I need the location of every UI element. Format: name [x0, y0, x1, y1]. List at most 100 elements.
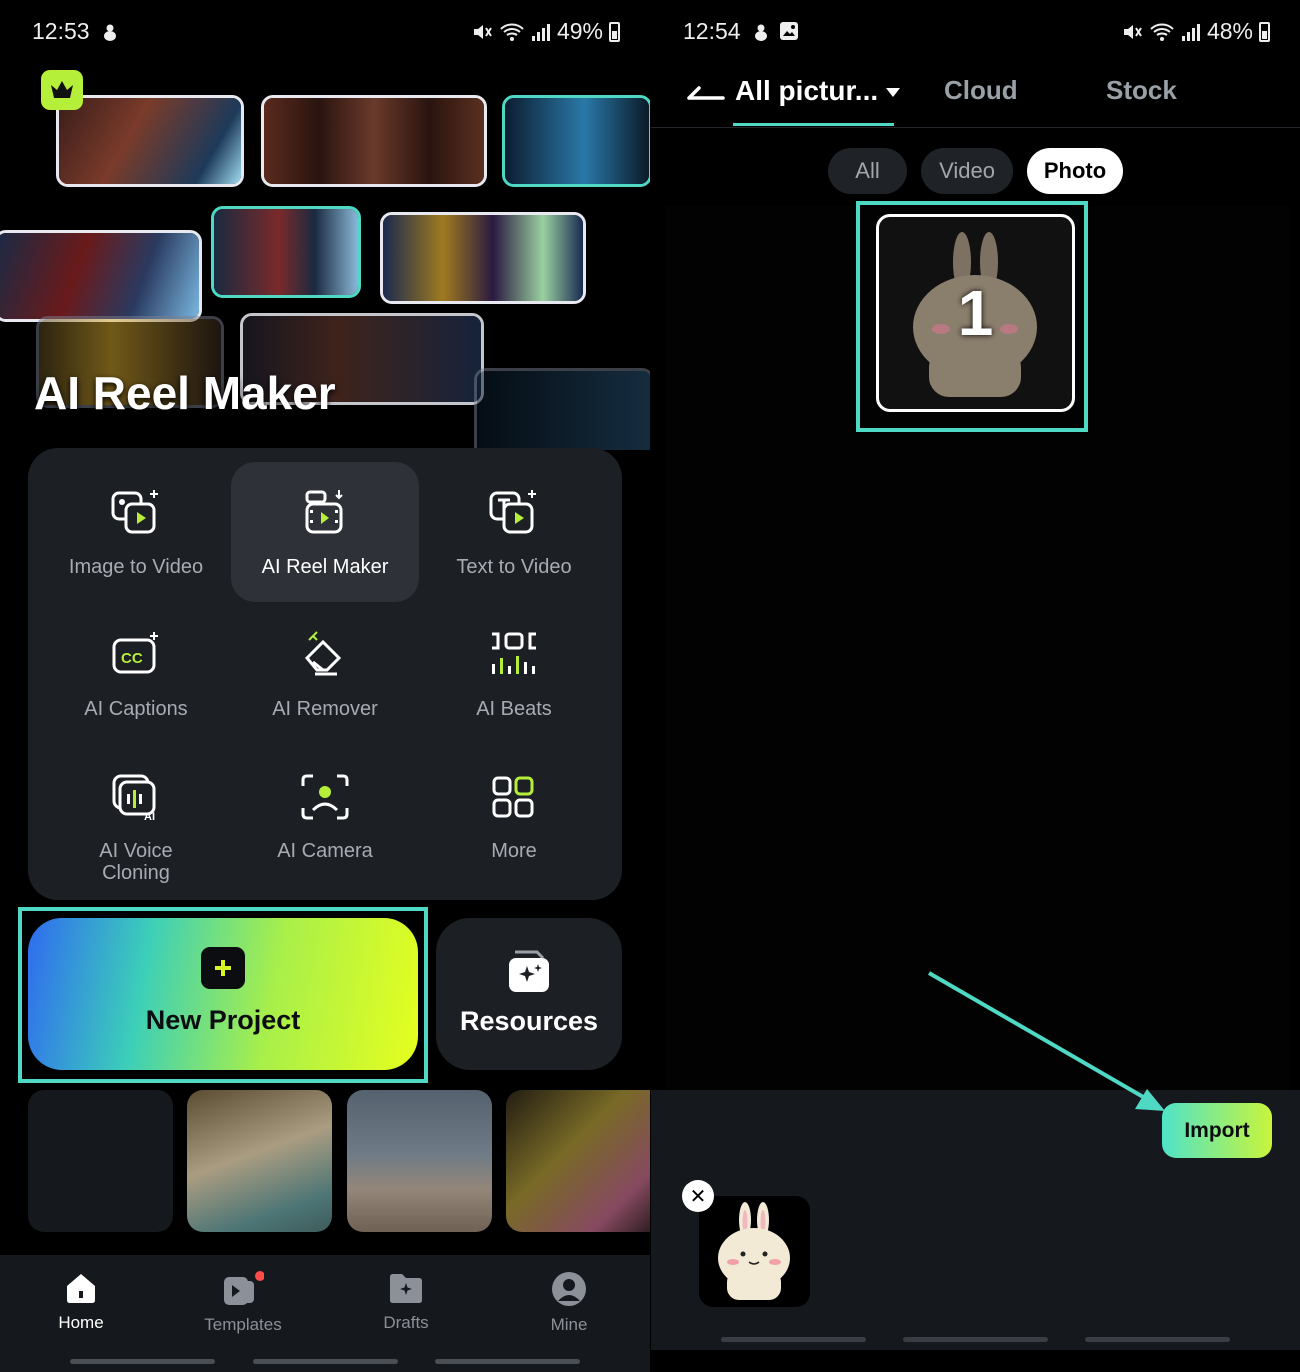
more-grid-icon	[492, 776, 534, 818]
back-arrow-icon[interactable]	[687, 78, 725, 102]
home-icon	[67, 1274, 95, 1303]
tool-more[interactable]: More	[420, 746, 608, 886]
ai-reel-maker-icon	[305, 490, 343, 534]
drafts-icon	[390, 1274, 422, 1303]
wifi-icon	[1150, 23, 1174, 41]
pointer-arrow	[927, 971, 1165, 1111]
gesture-bar	[903, 1337, 1048, 1342]
photo-tile[interactable]: 1	[876, 214, 1075, 412]
plus-icon	[201, 947, 245, 989]
mute-icon	[473, 24, 492, 39]
tool-label: More	[491, 840, 537, 862]
banner-title: AI Reel Maker	[34, 367, 336, 419]
media-picker-screen: 12:54 48% All pictur... Cloud Stock All …	[651, 0, 1300, 1372]
recent-draft-thumb[interactable]	[347, 1090, 492, 1232]
import-button[interactable]: Import	[1162, 1103, 1272, 1158]
image-to-video-icon	[111, 490, 158, 534]
profile-icon	[552, 1272, 586, 1306]
gesture-bar	[70, 1359, 215, 1364]
tab-stock[interactable]: Stock	[1106, 75, 1177, 106]
image-notification-icon	[779, 20, 799, 47]
crown-icon[interactable]	[41, 70, 83, 110]
dropdown-chevron-icon	[886, 88, 901, 98]
banner-thumb	[380, 212, 586, 304]
home-screen: 12:53 49% AI Reel Maker Image to Video A…	[0, 0, 650, 1372]
banner-thumb	[56, 95, 244, 187]
status-time: 12:54	[683, 18, 741, 44]
tool-ai-voice-cloning[interactable]: AI AI Voice Cloning	[42, 746, 230, 886]
tool-text-to-video[interactable]: Text to Video	[420, 462, 608, 602]
selected-thumb[interactable]	[699, 1196, 810, 1307]
battery-icon	[1259, 21, 1270, 42]
text-to-video-icon	[489, 490, 536, 534]
ai-captions-icon: CC	[112, 632, 158, 674]
recent-draft-thumb[interactable]	[506, 1090, 650, 1232]
svg-text:CC: CC	[121, 650, 143, 667]
signal-icon	[531, 23, 550, 41]
recent-draft-thumb[interactable]	[187, 1090, 332, 1232]
new-project-button[interactable]: New Project	[28, 918, 418, 1070]
battery-icon	[609, 21, 620, 42]
tool-ai-reel-maker[interactable]: AI Reel Maker	[231, 462, 419, 602]
banner-thumb	[0, 230, 202, 322]
ai-remover-icon	[304, 631, 342, 676]
signal-icon	[1181, 23, 1200, 41]
gesture-bar	[1085, 1337, 1230, 1342]
mute-icon	[1123, 24, 1142, 39]
ai-camera-icon	[301, 774, 349, 820]
tab-label: All pictur...	[735, 75, 879, 106]
bottom-navigation: Home Templates Drafts Mine	[0, 1255, 650, 1372]
gesture-bar	[721, 1337, 866, 1342]
tab-all-pictures[interactable]: All pictur...	[735, 75, 901, 107]
tool-ai-beats[interactable]: AI Beats	[420, 604, 608, 744]
nav-mine[interactable]: Mine	[509, 1271, 629, 1335]
notification-icon	[102, 20, 118, 47]
active-tab-indicator	[733, 123, 894, 126]
tool-label: Image to Video	[68, 556, 204, 578]
filter-photo[interactable]: Photo	[1027, 148, 1123, 194]
source-tabs: All pictur... Cloud Stock	[651, 70, 1300, 128]
resources-icon	[509, 950, 549, 992]
remove-selection-button[interactable]: ✕	[682, 1180, 714, 1212]
tool-label: AI Reel Maker	[261, 556, 389, 578]
resources-button[interactable]: Resources	[436, 918, 622, 1070]
gesture-bar	[435, 1359, 580, 1364]
templates-icon	[224, 1271, 264, 1305]
nav-drafts[interactable]: Drafts	[346, 1271, 466, 1333]
recent-draft-thumb[interactable]	[28, 1090, 173, 1232]
tool-label: AI Voice Cloning	[99, 840, 173, 884]
tool-label: AI Captions	[84, 698, 188, 720]
tool-label: AI Beats	[476, 698, 552, 720]
tool-label: AI Remover	[272, 698, 378, 720]
nav-label: Drafts	[383, 1313, 429, 1332]
banner-thumb	[474, 368, 650, 450]
ai-beats-icon	[492, 632, 536, 674]
tool-ai-camera[interactable]: AI Camera	[231, 746, 419, 886]
status-bar: 12:54 48%	[651, 12, 1300, 52]
tool-ai-remover[interactable]: AI Remover	[231, 604, 419, 744]
status-bar: 12:53 49%	[0, 12, 650, 52]
banner-thumb	[502, 95, 650, 187]
notification-icon	[753, 20, 769, 47]
media-filter: All Video Photo	[651, 148, 1300, 194]
tools-grid: Image to Video AI Reel Maker Text to Vid…	[28, 448, 622, 900]
status-time: 12:53	[32, 18, 90, 44]
nav-label: Templates	[204, 1315, 282, 1334]
filter-all[interactable]: All	[828, 148, 907, 194]
tool-image-to-video[interactable]: Image to Video	[42, 462, 230, 602]
ai-voice-cloning-icon: AI	[112, 774, 156, 822]
selection-number: 1	[957, 277, 994, 349]
tool-ai-captions[interactable]: CC AI Captions	[42, 604, 230, 744]
gesture-bar	[253, 1359, 398, 1364]
nav-home[interactable]: Home	[21, 1271, 141, 1333]
nav-label: Home	[58, 1313, 104, 1332]
bunny-image	[718, 1202, 790, 1300]
battery-level: 49%	[556, 18, 603, 44]
filter-video[interactable]: Video	[921, 148, 1013, 194]
tab-cloud[interactable]: Cloud	[944, 75, 1018, 106]
nav-templates[interactable]: Templates	[183, 1271, 303, 1335]
wifi-icon	[500, 23, 524, 41]
tool-label: AI Camera	[277, 840, 373, 862]
banner-thumb	[261, 95, 487, 187]
banner-thumb	[211, 206, 361, 298]
